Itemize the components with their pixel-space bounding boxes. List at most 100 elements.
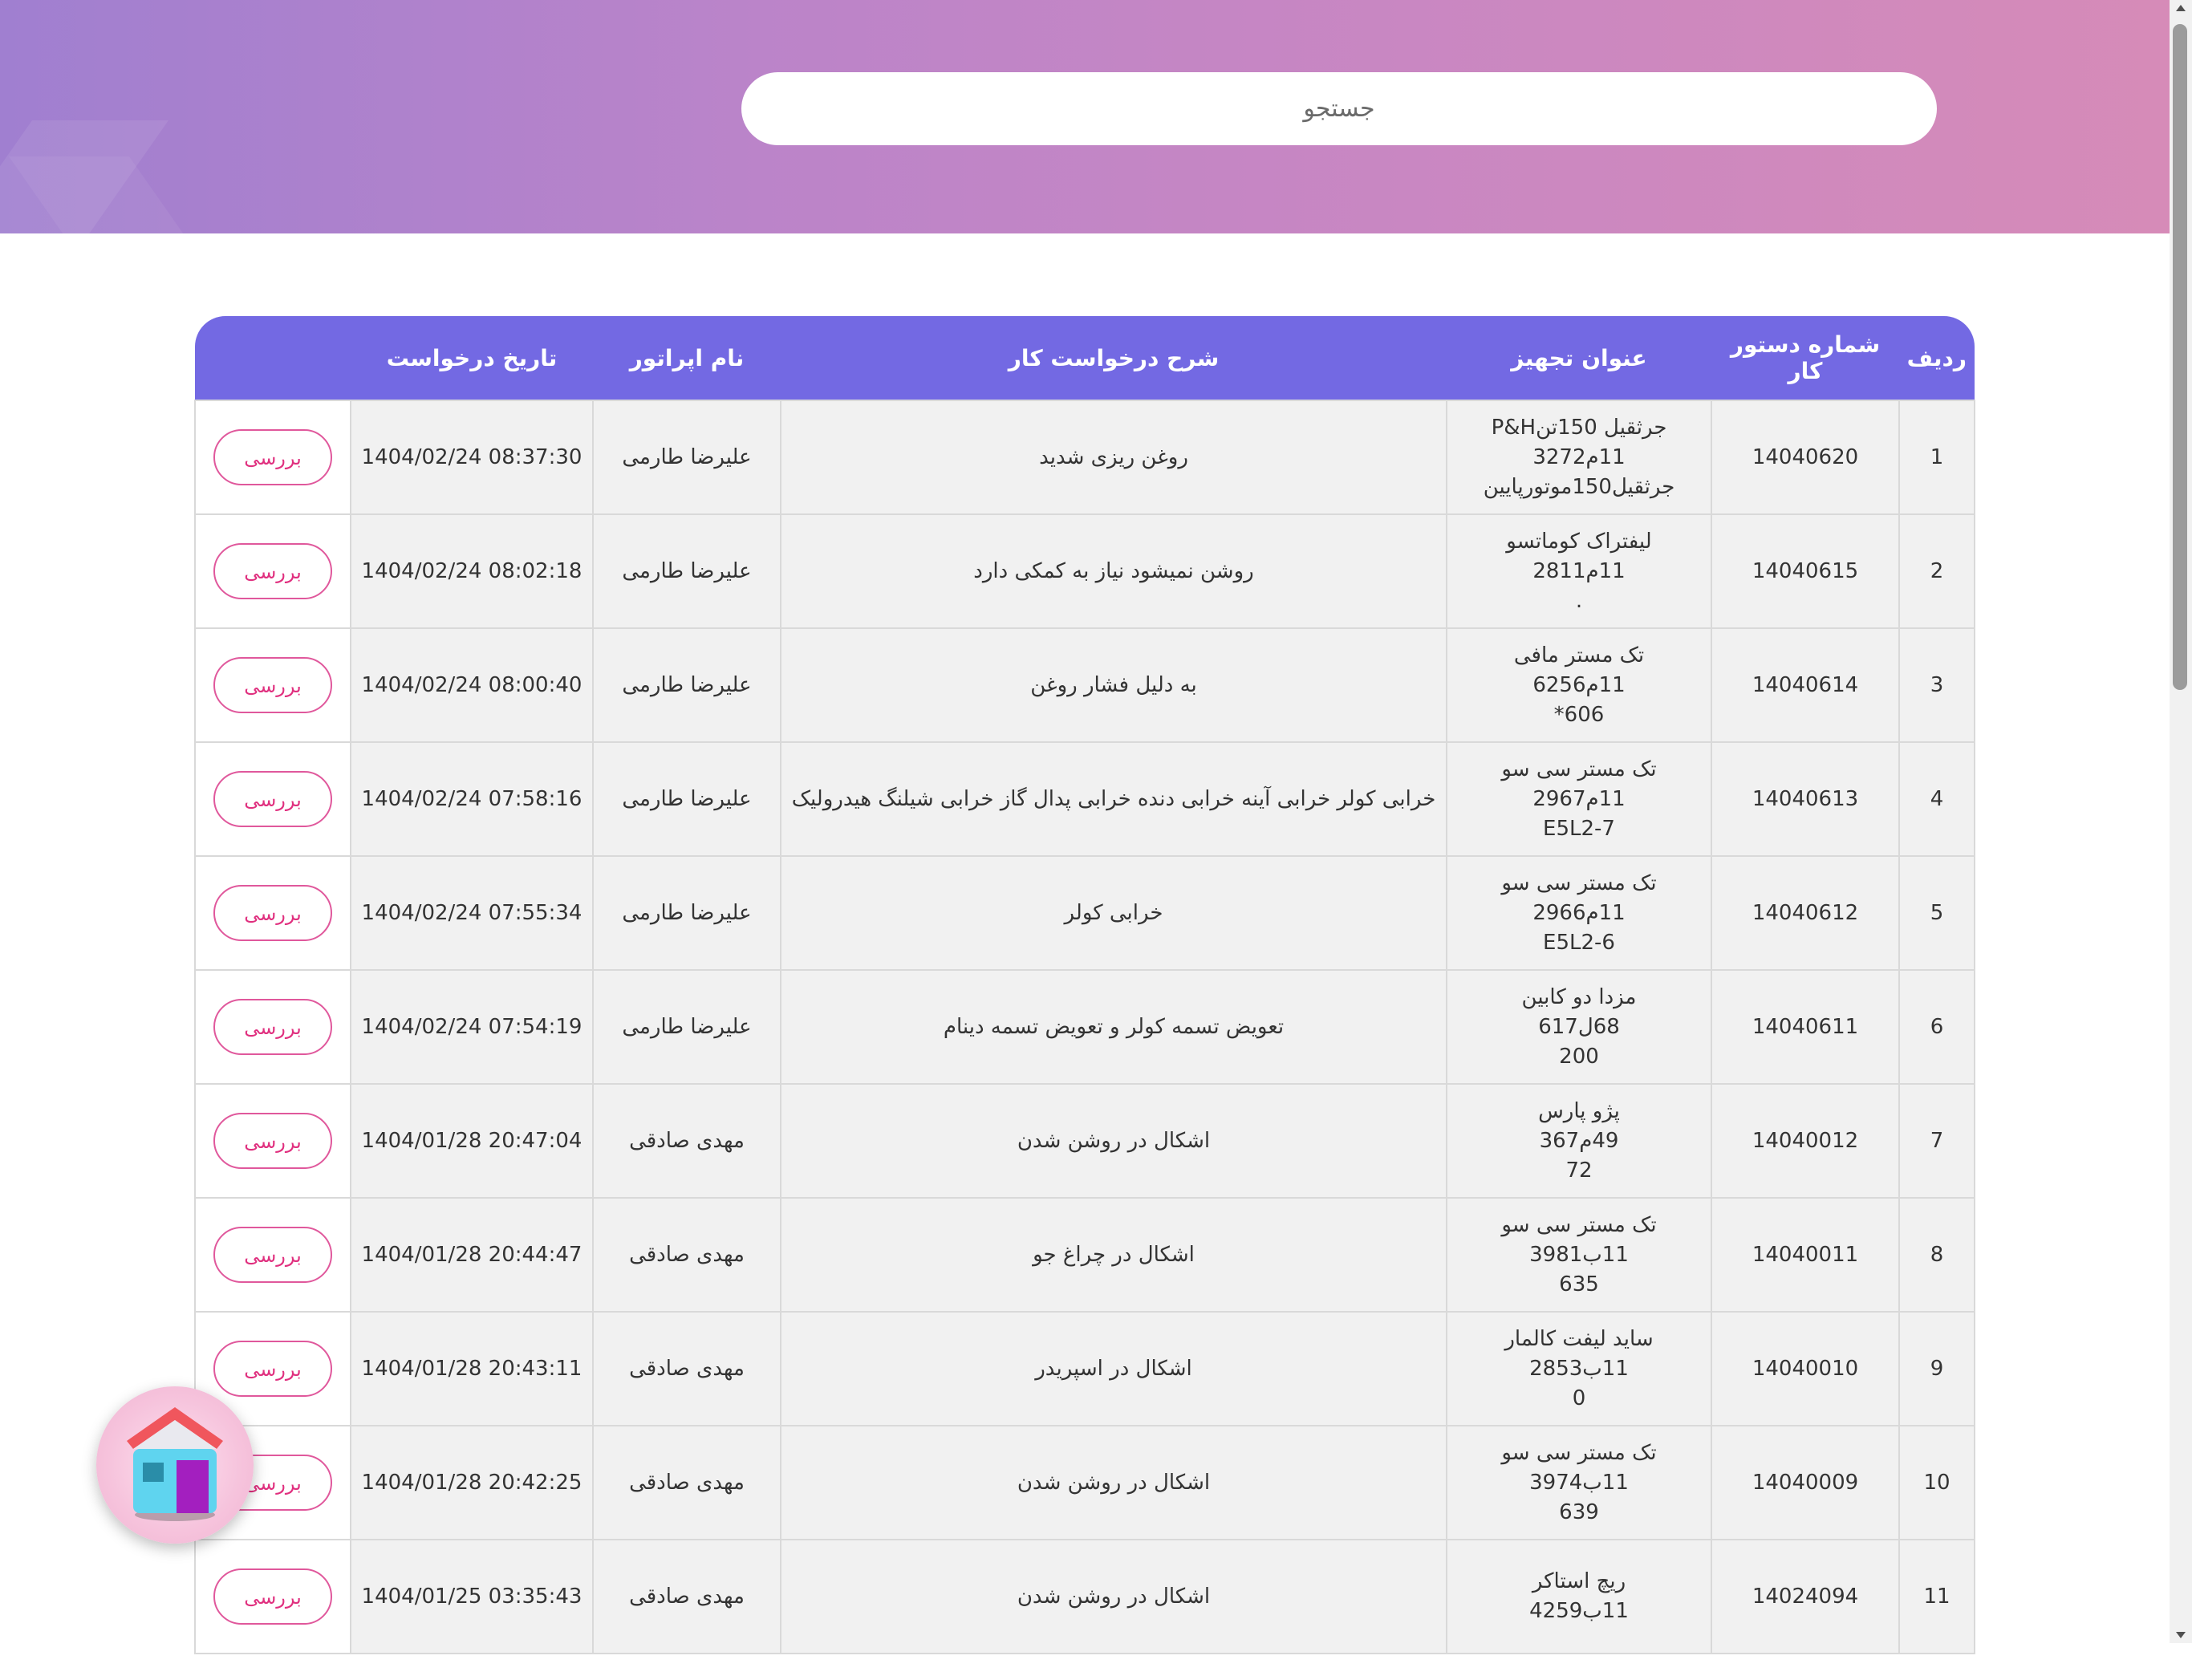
cell-request-date: 1404/02/24 08:37:30 bbox=[350, 400, 594, 515]
cell-action: بررسی bbox=[194, 400, 351, 515]
table-row: 3 14040614 تک مستر مافی 11م6256 606* به دلیل … bbox=[194, 627, 1975, 743]
cell-equipment-title: تک مستر سی سو 11ب3974 639 bbox=[1446, 1425, 1712, 1540]
review-button[interactable]: بررسی bbox=[213, 657, 332, 713]
cell-equipment-title: تک مستر سی سو 11م2966 E5L2-6 bbox=[1446, 855, 1712, 971]
cell-row-number: 2 bbox=[1898, 513, 1975, 629]
equipment-line: تک مستر سی سو bbox=[1501, 870, 1657, 895]
equipment-line: 11م3272 bbox=[1532, 444, 1626, 469]
cell-request-description: اشکال در اسپریدر bbox=[780, 1311, 1447, 1426]
cell-request-date: 1404/01/28 20:43:11 bbox=[350, 1311, 594, 1426]
cell-equipment-title: تک مستر مافی 11م6256 606* bbox=[1446, 627, 1712, 743]
cell-order-number: 14040612 bbox=[1711, 855, 1900, 971]
cell-request-description: اشکال در روشن شدن bbox=[780, 1083, 1447, 1199]
cell-request-date: 1404/01/28 20:47:04 bbox=[350, 1083, 594, 1199]
table-row: 8 14040011 تک مستر سی سو 11ب3981 635 اشکال در… bbox=[194, 1197, 1975, 1313]
cell-row-number: 4 bbox=[1898, 741, 1975, 857]
review-button[interactable]: بررسی bbox=[213, 885, 332, 941]
cell-equipment-title: ریچ استاکر 11ب4259 bbox=[1446, 1539, 1712, 1654]
table-body: 1 14040620 جرثقیل 150تنP&H 11م3272 جرثقیل150… bbox=[194, 400, 1975, 1654]
cell-operator-name: علیرضا طارمی bbox=[592, 627, 781, 743]
cell-row-number: 1 bbox=[1898, 400, 1975, 515]
cell-operator-name: علیرضا طارمی bbox=[592, 741, 781, 857]
equipment-line: تک مستر سی سو bbox=[1501, 1440, 1657, 1465]
cell-action: بررسی bbox=[194, 741, 351, 857]
cell-request-description: اشکال در روشن شدن bbox=[780, 1425, 1447, 1540]
cell-request-date: 1404/01/25 03:35:43 bbox=[350, 1539, 594, 1654]
vertical-scrollbar[interactable] bbox=[2170, 0, 2192, 1643]
cell-operator-name: مهدی صادقی bbox=[592, 1311, 781, 1426]
equipment-line: 11ب4259 bbox=[1529, 1599, 1629, 1623]
cell-equipment-title: جرثقیل 150تنP&H 11م3272 جرثقیل150موتورپایی… bbox=[1446, 400, 1712, 515]
cell-action: بررسی bbox=[194, 1539, 351, 1654]
cell-request-date: 1404/01/28 20:42:25 bbox=[350, 1425, 594, 1540]
home-button[interactable] bbox=[96, 1386, 254, 1544]
equipment-line: 639 bbox=[1559, 1499, 1599, 1524]
cell-action: بررسی bbox=[194, 513, 351, 629]
scrollbar-thumb[interactable] bbox=[2173, 24, 2187, 690]
work-orders-table-container: ردیف شماره دستور کار عنوان تجهیز شرح درخ… bbox=[194, 316, 1975, 1680]
cell-row-number: 3 bbox=[1898, 627, 1975, 743]
cell-operator-name: مهدی صادقی bbox=[592, 1425, 781, 1540]
cell-equipment-title: پژو پارس 49م367 72 bbox=[1446, 1083, 1712, 1199]
cell-equipment-title: مزدا دو کابین 68ل617 200 bbox=[1446, 969, 1712, 1085]
cell-request-description: اشکال در روشن شدن bbox=[780, 1539, 1447, 1654]
table-row: 2 14040615 لیفتراک کوماتسو 11م2811. روشن نمی… bbox=[194, 513, 1975, 629]
cell-row-number: 8 bbox=[1898, 1197, 1975, 1313]
review-button[interactable]: بررسی bbox=[213, 429, 332, 485]
equipment-line: 49م367 bbox=[1539, 1128, 1619, 1153]
cell-request-description: روشن نمیشود نیاز به کمکی دارد bbox=[780, 513, 1447, 629]
cell-order-number: 14024094 bbox=[1711, 1539, 1900, 1654]
header-row-number: ردیف bbox=[1899, 316, 1975, 400]
equipment-line: 11ب3974 bbox=[1529, 1470, 1629, 1495]
cell-operator-name: مهدی صادقی bbox=[592, 1197, 781, 1313]
review-button[interactable]: بررسی bbox=[213, 1113, 332, 1169]
table-row: 5 14040612 تک مستر سی سو 11م2966 E5L2-6 خرابی… bbox=[194, 855, 1975, 971]
equipment-line: جرثقیل 150تنP&H bbox=[1491, 415, 1667, 440]
work-orders-table: ردیف شماره دستور کار عنوان تجهیز شرح درخ… bbox=[194, 316, 1975, 1654]
review-button[interactable]: بررسی bbox=[213, 771, 332, 827]
equipment-line: لیفتراک کوماتسو bbox=[1506, 529, 1652, 554]
equipment-line: جرثقیل150موتورپایین bbox=[1483, 474, 1675, 499]
cell-action: بررسی bbox=[194, 627, 351, 743]
cell-operator-name: علیرضا طارمی bbox=[592, 855, 781, 971]
table-row: 7 14040012 پژو پارس 49م367 72 اشکال در روشن ش… bbox=[194, 1083, 1975, 1199]
scroll-down-arrow-icon[interactable] bbox=[2176, 1632, 2186, 1638]
cell-order-number: 14040613 bbox=[1711, 741, 1900, 857]
equipment-line: 11م2811 bbox=[1532, 558, 1626, 583]
equipment-line: 11م6256 bbox=[1532, 672, 1626, 697]
cell-operator-name: علیرضا طارمی bbox=[592, 400, 781, 515]
equipment-line: 11ب2853 bbox=[1529, 1356, 1629, 1381]
cell-request-description: روغن ریزی شدید bbox=[780, 400, 1447, 515]
review-button[interactable]: بررسی bbox=[213, 1568, 332, 1625]
header-request-date: تاریخ درخواست bbox=[351, 316, 593, 400]
table-row: 6 14040611 مزدا دو کابین 68ل617 200 تعویض تسم… bbox=[194, 969, 1975, 1085]
cell-equipment-title: تک مستر سی سو 11م2967 E5L2-7 bbox=[1446, 741, 1712, 857]
top-banner bbox=[0, 0, 2170, 233]
equipment-line: 606* bbox=[1553, 702, 1605, 727]
cell-request-date: 1404/02/24 07:55:34 bbox=[350, 855, 594, 971]
review-button[interactable]: بررسی bbox=[213, 1227, 332, 1283]
cell-equipment-title: لیفتراک کوماتسو 11م2811. bbox=[1446, 513, 1712, 629]
equipment-line: 0 bbox=[1572, 1386, 1586, 1410]
table-header-row: ردیف شماره دستور کار عنوان تجهیز شرح درخ… bbox=[195, 316, 1975, 400]
equipment-line: 11م2966 bbox=[1532, 900, 1626, 925]
cell-order-number: 14040012 bbox=[1711, 1083, 1900, 1199]
equipment-line: تک مستر مافی bbox=[1513, 643, 1645, 668]
cell-row-number: 11 bbox=[1898, 1539, 1975, 1654]
search-input[interactable] bbox=[741, 72, 1937, 145]
equipment-line: 68ل617 bbox=[1538, 1014, 1620, 1039]
scroll-up-arrow-icon[interactable] bbox=[2176, 5, 2186, 11]
equipment-line: E5L2-7 bbox=[1543, 816, 1615, 841]
cell-operator-name: علیرضا طارمی bbox=[592, 969, 781, 1085]
equipment-line: E5L2-6 bbox=[1543, 930, 1615, 955]
review-button[interactable]: بررسی bbox=[213, 543, 332, 599]
review-button[interactable]: بررسی bbox=[213, 999, 332, 1055]
equipment-line: تک مستر سی سو bbox=[1501, 757, 1657, 781]
cell-action: بررسی bbox=[194, 1083, 351, 1199]
cell-request-date: 1404/02/24 08:00:40 bbox=[350, 627, 594, 743]
cell-order-number: 14040011 bbox=[1711, 1197, 1900, 1313]
table-row: 10 14040009 تک مستر سی سو 11ب3974 639 اشکال د… bbox=[194, 1425, 1975, 1540]
equipment-line: 635 bbox=[1559, 1272, 1599, 1297]
cell-order-number: 14040009 bbox=[1711, 1425, 1900, 1540]
header-request-description: شرح درخواست کار bbox=[781, 316, 1447, 400]
